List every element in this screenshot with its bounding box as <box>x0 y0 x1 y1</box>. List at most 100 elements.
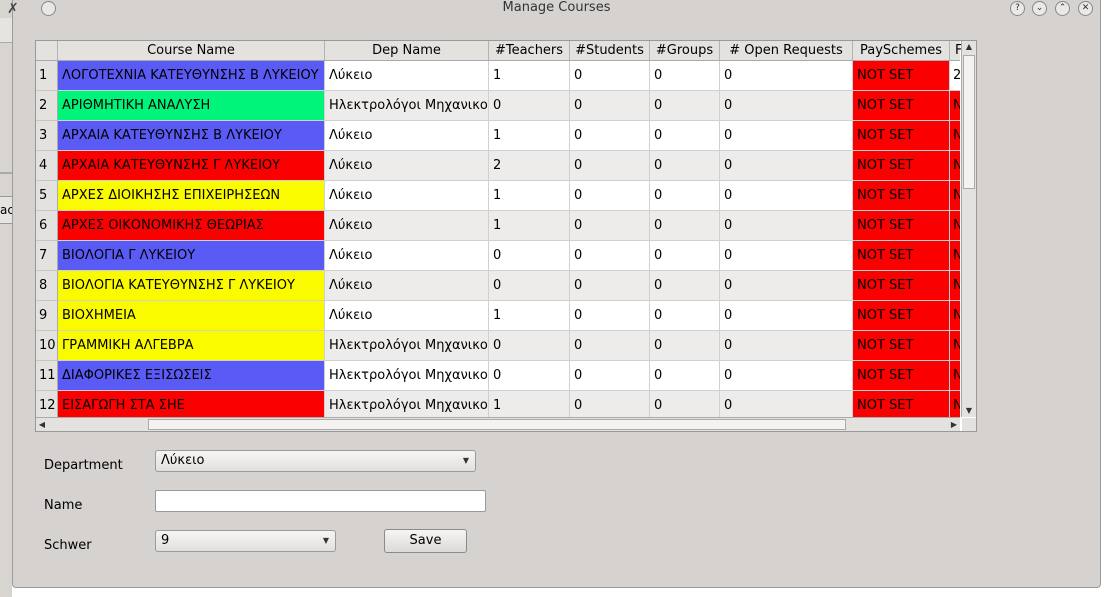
col-payschemes[interactable]: PaySchemes <box>853 41 950 60</box>
cell-students[interactable]: 0 <box>570 211 650 241</box>
cell-course-name[interactable]: ΑΡΙΘΜΗΤΙΚΗ ΑΝΑΛΥΣΗ <box>58 91 325 121</box>
schwer-select[interactable]: 9 ▼ <box>155 530 336 552</box>
cell-open-requests[interactable]: 0 <box>720 361 853 391</box>
cell-teachers[interactable]: 1 <box>489 61 570 91</box>
row-number[interactable]: 1 <box>36 61 58 91</box>
cell-groups[interactable]: 0 <box>650 301 720 331</box>
cell-dep-name[interactable]: Λύκειο <box>325 271 489 301</box>
col-students[interactable]: #Students <box>570 41 650 60</box>
table-row[interactable]: 12 ΕΙΣΑΓΩΓΗ ΣΤΑ ΣΗΕ Ηλεκτρολόγοι Μηχανικοί… <box>36 391 960 418</box>
cell-dep-name[interactable]: Λύκειο <box>325 211 489 241</box>
row-number[interactable]: 11 <box>36 361 58 391</box>
cell-open-requests[interactable]: 0 <box>720 181 853 211</box>
row-number[interactable]: 7 <box>36 241 58 271</box>
cell-groups[interactable]: 0 <box>650 361 720 391</box>
table-row[interactable]: 5 ΑΡΧΕΣ ΔΙΟΙΚΗΣΗΣ ΕΠΙΧΕΙΡΗΣΕΩΝ Λύκειο 1 0 0 0 N… <box>36 181 960 211</box>
cell-students[interactable]: 0 <box>570 361 650 391</box>
cell-dep-name[interactable]: Ηλεκτρολόγοι Μηχανικοί <box>325 331 489 361</box>
cell-extra[interactable]: N <box>950 91 960 121</box>
cell-payschemes[interactable]: NOT SET <box>853 121 950 151</box>
horizontal-scrollbar[interactable]: ◀ ▶ <box>36 417 960 431</box>
cell-payschemes[interactable]: NOT SET <box>853 331 950 361</box>
cell-extra[interactable]: N <box>950 301 960 331</box>
name-input[interactable] <box>155 490 486 512</box>
vertical-scrollbar[interactable]: ▲ ▼ <box>961 41 976 417</box>
department-select[interactable]: Λύκειο ▼ <box>155 450 476 472</box>
save-button[interactable]: Save <box>384 529 467 553</box>
cell-dep-name[interactable]: Ηλεκτρολόγοι Μηχανικοί <box>325 361 489 391</box>
cell-dep-name[interactable]: Λύκειο <box>325 61 489 91</box>
col-dep-name[interactable]: Dep Name <box>325 41 489 60</box>
row-number[interactable]: 2 <box>36 91 58 121</box>
cell-dep-name[interactable]: Ηλεκτρολόγοι Μηχανικοί <box>325 391 489 418</box>
cell-dep-name[interactable]: Λύκειο <box>325 181 489 211</box>
scroll-up-icon[interactable]: ▲ <box>962 41 976 53</box>
maximize-icon[interactable]: ⌃ <box>1055 1 1070 16</box>
cell-groups[interactable]: 0 <box>650 391 720 418</box>
cell-extra[interactable]: N <box>950 271 960 301</box>
cell-payschemes[interactable]: NOT SET <box>853 391 950 418</box>
cell-students[interactable]: 0 <box>570 61 650 91</box>
cell-payschemes[interactable]: NOT SET <box>853 361 950 391</box>
cell-open-requests[interactable]: 0 <box>720 391 853 418</box>
minimize-icon[interactable]: ⌄ <box>1032 1 1047 16</box>
cell-students[interactable]: 0 <box>570 301 650 331</box>
cell-extra[interactable]: N <box>950 151 960 181</box>
cell-payschemes[interactable]: NOT SET <box>853 91 950 121</box>
cell-course-name[interactable]: ΔΙΑΦΟΡΙΚΕΣ ΕΞΙΣΩΣΕΙΣ <box>58 361 325 391</box>
cell-course-name[interactable]: ΒΙΟΛΟΓΙΑ ΚΑΤΕΥΘΥΝΣΗΣ Γ ΛΥΚΕΙΟΥ <box>58 271 325 301</box>
cell-students[interactable]: 0 <box>570 91 650 121</box>
cell-payschemes[interactable]: NOT SET <box>853 61 950 91</box>
col-course-name[interactable]: Course Name <box>58 41 325 60</box>
cell-teachers[interactable]: 1 <box>489 391 570 418</box>
row-number[interactable]: 4 <box>36 151 58 181</box>
table-row[interactable]: 1 ΛΟΓΟΤΕΧΝΙΑ ΚΑΤΕΥΘΥΝΣΗΣ Β ΛΥΚΕΙΟΥ Λύκειο… <box>36 61 960 91</box>
cell-course-name[interactable]: ΑΡΧΕΣ ΔΙΟΙΚΗΣΗΣ ΕΠΙΧΕΙΡΗΣΕΩΝ <box>58 181 325 211</box>
cell-payschemes[interactable]: NOT SET <box>853 181 950 211</box>
cell-open-requests[interactable]: 0 <box>720 301 853 331</box>
table-row[interactable]: 9ΒΙΟΧΗΜΕΙΑΛύκειο1000NOT SETN <box>36 301 960 331</box>
cell-students[interactable]: 0 <box>570 271 650 301</box>
cell-course-name[interactable]: ΛΟΓΟΤΕΧΝΙΑ ΚΑΤΕΥΘΥΝΣΗΣ Β ΛΥΚΕΙΟΥ <box>58 61 325 91</box>
cell-payschemes[interactable]: NOT SET <box>853 211 950 241</box>
cell-groups[interactable]: 0 <box>650 91 720 121</box>
cell-payschemes[interactable]: NOT SET <box>853 301 950 331</box>
close-icon[interactable]: ✕ <box>1078 1 1093 16</box>
table-row[interactable]: 2 ΑΡΙΘΜΗΤΙΚΗ ΑΝΑΛΥΣΗ Ηλεκτρολόγοι Μηχανικο… <box>36 91 960 121</box>
cell-open-requests[interactable]: 0 <box>720 271 853 301</box>
horizontal-scroll-thumb[interactable] <box>148 419 846 430</box>
cell-course-name[interactable]: ΕΙΣΑΓΩΓΗ ΣΤΑ ΣΗΕ <box>58 391 325 418</box>
cell-open-requests[interactable]: 0 <box>720 61 853 91</box>
cell-course-name[interactable]: ΑΡΧΑΙΑ ΚΑΤΕΥΘΥΝΣΗΣ Β ΛΥΚΕΙΟΥ <box>58 121 325 151</box>
cell-course-name[interactable]: ΑΡΧΕΣ ΟΙΚΟΝΟΜΙΚΗΣ ΘΕΩΡΙΑΣ <box>58 211 325 241</box>
cell-groups[interactable]: 0 <box>650 271 720 301</box>
scroll-down-icon[interactable]: ▼ <box>962 405 976 417</box>
vertical-scroll-thumb[interactable] <box>963 55 975 189</box>
cell-extra[interactable]: N <box>950 391 960 418</box>
cell-open-requests[interactable]: 0 <box>720 211 853 241</box>
cell-dep-name[interactable]: Λύκειο <box>325 241 489 271</box>
scroll-left-icon[interactable]: ◀ <box>36 418 48 431</box>
table-row[interactable]: 10 ΓΡΑΜΜΙΚΗ ΑΛΓΕΒΡΑ Ηλεκτρολόγοι Μηχανικοί… <box>36 331 960 361</box>
cell-extra[interactable]: 2 <box>950 61 960 91</box>
cell-students[interactable]: 0 <box>570 241 650 271</box>
col-groups[interactable]: #Groups <box>650 41 720 60</box>
col-teachers[interactable]: #Teachers <box>489 41 570 60</box>
cell-groups[interactable]: 0 <box>650 121 720 151</box>
cell-teachers[interactable]: 1 <box>489 211 570 241</box>
cell-dep-name[interactable]: Λύκειο <box>325 301 489 331</box>
cell-teachers[interactable]: 1 <box>489 181 570 211</box>
cell-payschemes[interactable]: NOT SET <box>853 151 950 181</box>
cell-payschemes[interactable]: NOT SET <box>853 271 950 301</box>
cell-groups[interactable]: 0 <box>650 211 720 241</box>
col-open-requests[interactable]: # Open Requests <box>720 41 853 60</box>
row-number[interactable]: 10 <box>36 331 58 361</box>
cell-teachers[interactable]: 0 <box>489 361 570 391</box>
cell-teachers[interactable]: 1 <box>489 301 570 331</box>
cell-students[interactable]: 0 <box>570 181 650 211</box>
cell-extra[interactable]: N <box>950 361 960 391</box>
row-number[interactable]: 5 <box>36 181 58 211</box>
cell-extra[interactable]: N <box>950 331 960 361</box>
cell-groups[interactable]: 0 <box>650 61 720 91</box>
row-number[interactable]: 12 <box>36 391 58 418</box>
